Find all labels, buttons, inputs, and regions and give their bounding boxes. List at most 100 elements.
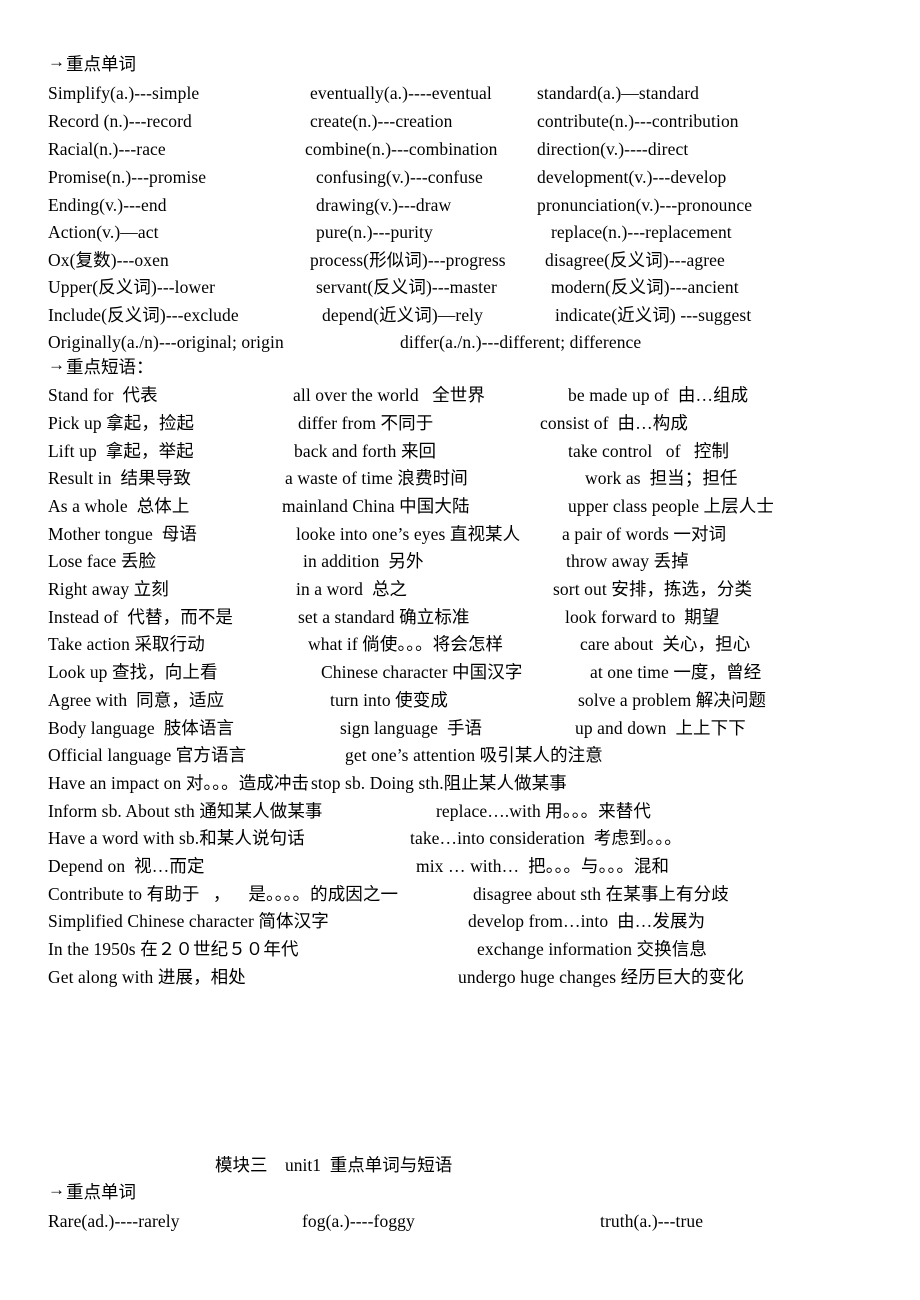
phrase-entry: take control of 控制 [568, 441, 730, 461]
phrase-entry: a pair of words 一对词 [562, 524, 727, 544]
phrase-entry: solve a problem 解决问题 [578, 690, 767, 710]
word-entry: truth(a.)---true [600, 1211, 704, 1231]
phrase-entry: Simplified Chinese character 简体汉字 [48, 911, 329, 931]
word-entry: development(v.)---develop [537, 167, 727, 187]
phrase-entry: looke into one’s eyes 直视某人 [296, 524, 521, 544]
arrow-right-icon: → [48, 52, 65, 71]
word-entry: differ(a./n.)---different; difference [400, 332, 642, 352]
word-entry: fog(a.)----foggy [302, 1211, 415, 1231]
phrase-entry: take…into consideration 考虑到。。。 [410, 828, 682, 848]
phrase-entry: set a standard 确立标准 [298, 607, 470, 627]
phrase-entry: Inform sb. About sth 通知某人做某事 [48, 801, 323, 821]
word-entry: process(形似词)---progress [310, 250, 506, 270]
word-entry: standard(a.)—standard [537, 83, 699, 103]
arrow-right-icon: → [48, 355, 65, 374]
word-entry: Record (n.)---record [48, 111, 192, 131]
phrase-entry: at one time 一度，曾经 [590, 662, 762, 682]
phrase-entry: in a word 总之 [296, 579, 408, 599]
phrase-entry: sign language 手语 [340, 718, 483, 738]
phrase-entry: disagree about sth 在某事上有分歧 [473, 884, 729, 904]
phrase-entry: upper class people 上层人士 [568, 496, 774, 516]
phrase-entry: Agree with 同意，适应 [48, 690, 225, 710]
section-heading-label: 重点单词 [66, 54, 136, 74]
arrow-right-icon: → [48, 1180, 65, 1199]
word-entry: servant(反义词)---master [316, 277, 497, 297]
phrase-entry: Get along with 进展，相处 [48, 967, 246, 987]
word-entry: indicate(近义词) ---suggest [555, 305, 752, 325]
phrase-entry: all over the world 全世界 [293, 385, 485, 405]
document-page: →重点单词 Simplify(a.)---simple Record (n.)-… [0, 0, 920, 1300]
phrase-entry: a waste of time 浪费时间 [285, 468, 468, 488]
word-entry: pronunciation(v.)---pronounce [537, 195, 753, 215]
phrase-entry: consist of 由…构成 [540, 413, 688, 433]
phrase-entry: exchange information 交换信息 [477, 939, 707, 959]
word-entry: Ox(复数)---oxen [48, 250, 169, 270]
phrase-entry: replace….with 用。。。来替代 [436, 801, 651, 821]
phrase-entry: what if 倘使。。。将会怎样 [308, 634, 504, 654]
phrase-entry: be made up of 由…组成 [568, 385, 749, 405]
word-entry: Action(v.)—act [48, 222, 159, 242]
phrase-entry: In the 1950s 在２０世纪５０年代 [48, 939, 299, 959]
phrase-entry: Take action 采取行动 [48, 634, 205, 654]
section-heading-key-words-2: →重点单词 [48, 1180, 136, 1203]
word-entry: combine(n.)---combination [305, 139, 498, 159]
phrase-entry: develop from…into 由…发展为 [468, 911, 706, 931]
phrase-entry: Body language 肢体语言 [48, 718, 235, 738]
word-entry: drawing(v.)---draw [316, 195, 452, 215]
section-heading-label: 重点单词 [66, 1182, 136, 1202]
phrase-entry: Have an impact on 对。。。造成冲击 [48, 773, 310, 793]
word-entry: contribute(n.)---contribution [537, 111, 739, 131]
phrase-entry: mix … with… 把。。。与。。。混和 [416, 856, 670, 876]
word-entry: eventually(a.)----eventual [310, 83, 492, 103]
phrase-entry: Stand for 代表 [48, 385, 158, 405]
phrase-entry: get one’s attention 吸引某人的注意 [345, 745, 603, 765]
phrase-entry: turn into 使变成 [330, 690, 448, 710]
phrase-entry: Lift up 拿起，举起 [48, 441, 194, 461]
word-entry: Upper(反义词)---lower [48, 277, 216, 297]
word-entry: Include(反义词)---exclude [48, 305, 239, 325]
phrase-entry: Result in 结果导致 [48, 468, 191, 488]
phrase-entry: Instead of 代替，而不是 [48, 607, 234, 627]
phrase-entry: mainland China 中国大陆 [282, 496, 470, 516]
phrase-entry: Right away 立刻 [48, 579, 169, 599]
page-title: 模块三 unit1 重点单词与短语 [215, 1155, 453, 1175]
phrase-entry: differ from 不同于 [298, 413, 434, 433]
phrase-entry: Have a word with sb.和某人说句话 [48, 828, 305, 848]
phrase-entry: look forward to 期望 [565, 607, 720, 627]
phrase-entry: in addition 另外 [303, 551, 424, 571]
phrase-entry: Pick up 拿起，捡起 [48, 413, 195, 433]
word-entry: Rare(ad.)----rarely [48, 1211, 180, 1231]
phrase-entry: back and forth 来回 [294, 441, 437, 461]
phrase-entry: As a whole 总体上 [48, 496, 190, 516]
phrase-entry: Depend on 视…而定 [48, 856, 205, 876]
word-entry: Originally(a./n)---original; origin [48, 332, 284, 352]
word-entry: Simplify(a.)---simple [48, 83, 200, 103]
phrase-entry: Look up 查找，向上看 [48, 662, 218, 682]
word-entry: confusing(v.)---confuse [316, 167, 483, 187]
phrase-entry: care about 关心，担心 [580, 634, 751, 654]
phrase-entry: Mother tongue 母语 [48, 524, 197, 544]
word-entry: depend(近义词)—rely [322, 305, 483, 325]
word-entry: modern(反义词)---ancient [551, 277, 739, 297]
word-entry: Ending(v.)---end [48, 195, 167, 215]
word-entry: direction(v.)----direct [537, 139, 689, 159]
phrase-entry: Contribute to 有助于 ， 是。。。。的成因之一 [48, 884, 399, 904]
phrase-entry: Chinese character 中国汉字 [321, 662, 523, 682]
phrase-entry: Lose face 丢脸 [48, 551, 157, 571]
word-entry: Promise(n.)---promise [48, 167, 207, 187]
word-entry: replace(n.)---replacement [551, 222, 732, 242]
phrase-entry: throw away 丢掉 [566, 551, 689, 571]
phrase-entry: sort out 安排，拣选，分类 [553, 579, 753, 599]
word-entry: Racial(n.)---race [48, 139, 166, 159]
phrase-entry: up and down 上上下下 [575, 718, 746, 738]
phrase-entry: Official language 官方语言 [48, 745, 247, 765]
section-heading-label: 重点短语： [66, 357, 154, 377]
word-entry: pure(n.)---purity [316, 222, 433, 242]
word-entry: create(n.)---creation [310, 111, 453, 131]
phrase-entry: work as 担当；担任 [585, 468, 738, 488]
section-heading-key-words-1: →重点单词 [48, 52, 136, 75]
phrase-entry: stop sb. Doing sth.阻止某人做某事 [311, 773, 567, 793]
word-entry: disagree(反义词)---agree [545, 250, 725, 270]
phrase-entry: undergo huge changes 经历巨大的变化 [458, 967, 744, 987]
section-heading-key-phrases: →重点短语： [48, 355, 154, 378]
